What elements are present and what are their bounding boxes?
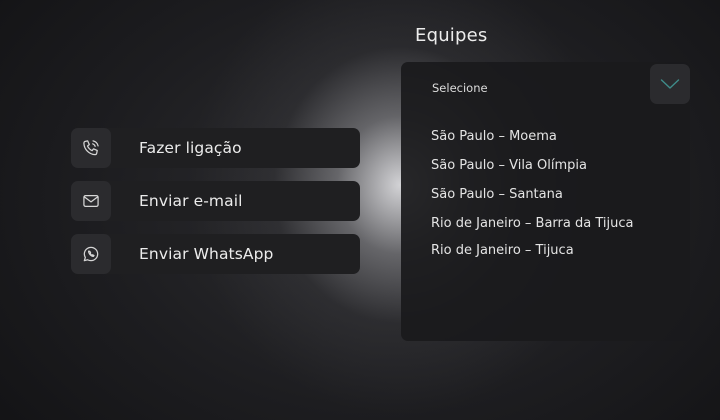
- teams-dropdown: Selecione São Paulo – Moema São Paulo – …: [401, 62, 690, 341]
- call-button[interactable]: Fazer ligação: [71, 128, 360, 168]
- dropdown-toggle-button[interactable]: [650, 64, 690, 104]
- chevron-down-icon: [660, 79, 680, 89]
- dropdown-option[interactable]: São Paulo – Santana: [431, 187, 633, 203]
- dropdown-option[interactable]: São Paulo – Vila Olímpia: [431, 158, 633, 174]
- dropdown-options: São Paulo – Moema São Paulo – Vila Olímp…: [431, 129, 633, 272]
- whatsapp-icon: [71, 234, 111, 274]
- phone-icon: [71, 128, 111, 168]
- email-button[interactable]: Enviar e-mail: [71, 181, 360, 221]
- mail-icon: [71, 181, 111, 221]
- contact-actions: Fazer ligação Enviar e-mail Enviar Whats…: [71, 128, 360, 287]
- whatsapp-label: Enviar WhatsApp: [139, 245, 274, 263]
- dropdown-placeholder[interactable]: Selecione: [432, 81, 488, 95]
- call-label: Fazer ligação: [139, 139, 242, 157]
- dropdown-option[interactable]: Rio de Janeiro – Barra da Tijuca: [431, 216, 633, 232]
- email-label: Enviar e-mail: [139, 192, 243, 210]
- teams-title: Equipes: [415, 25, 488, 46]
- dropdown-option[interactable]: Rio de Janeiro – Tijuca: [431, 243, 633, 259]
- dropdown-option[interactable]: São Paulo – Moema: [431, 129, 633, 145]
- whatsapp-button[interactable]: Enviar WhatsApp: [71, 234, 360, 274]
